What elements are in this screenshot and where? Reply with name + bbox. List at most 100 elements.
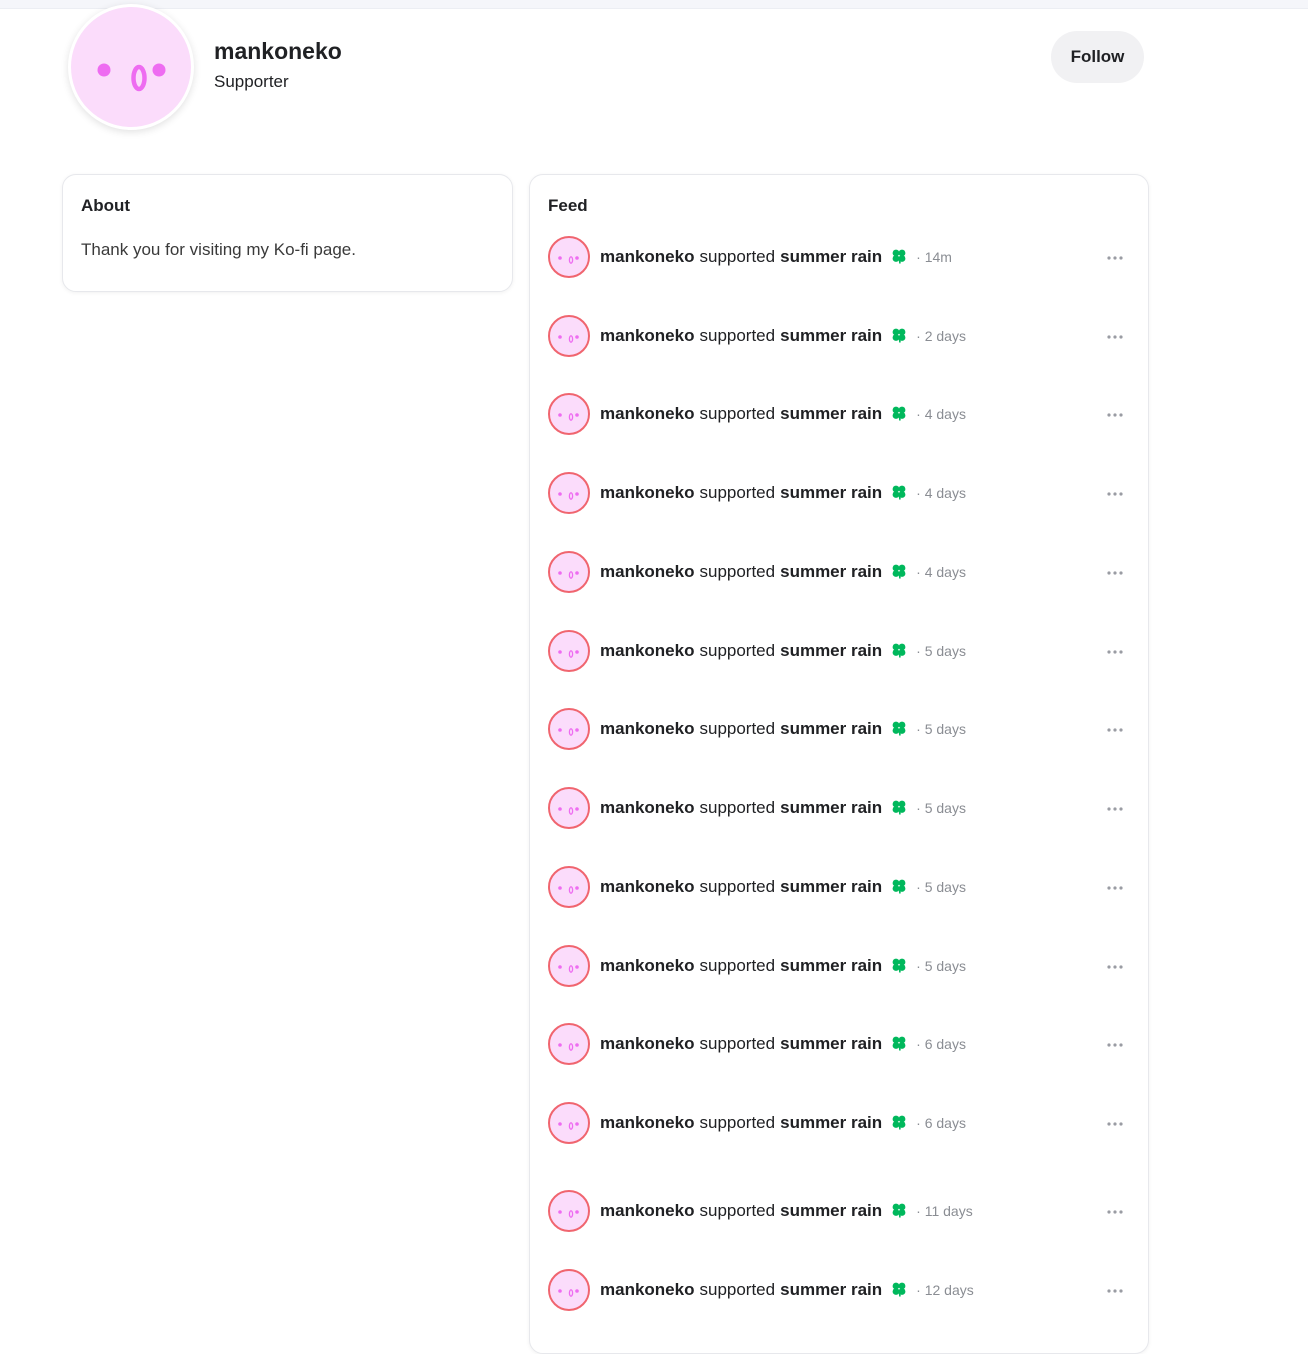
feed-item-user[interactable]: mankoneko <box>600 326 694 346</box>
feed-item: mankoneko supported summer rain · 2 days <box>548 315 1132 359</box>
feed-item-user[interactable]: mankoneko <box>600 483 694 503</box>
supporter-avatar[interactable] <box>548 472 590 514</box>
about-text: Thank you for visiting my Ko-fi page. <box>81 240 356 259</box>
feed-item: mankoneko supported summer rain · 4 days <box>548 393 1132 437</box>
supporter-avatar[interactable] <box>548 1102 590 1144</box>
feed-item: mankoneko supported summer rain · 5 days <box>548 630 1132 674</box>
more-options-icon[interactable] <box>1105 642 1125 662</box>
feed-item-text: mankoneko supported summer rain · 11 days <box>600 1201 973 1221</box>
avatar-face-icon <box>558 1122 579 1130</box>
feed-item-time: · 12 days <box>916 1282 974 1298</box>
avatar-face-icon <box>558 650 579 658</box>
feed-item-user[interactable]: mankoneko <box>600 956 694 976</box>
avatar-face-icon <box>558 807 579 815</box>
feed-item-target[interactable]: summer rain <box>780 641 882 661</box>
avatar-face-icon <box>558 335 579 343</box>
more-options-icon[interactable] <box>1105 720 1125 740</box>
more-options-icon[interactable] <box>1105 327 1125 347</box>
feed-item-verb: supported <box>699 404 776 423</box>
supporter-avatar[interactable] <box>548 866 590 908</box>
feed-item-time: · 4 days <box>916 485 966 501</box>
feed-item-user[interactable]: mankoneko <box>600 877 694 897</box>
supporter-avatar[interactable] <box>548 708 590 750</box>
about-card: About Thank you for visiting my Ko-fi pa… <box>62 174 513 292</box>
supporter-avatar[interactable] <box>548 315 590 357</box>
feed-item: mankoneko supported summer rain · 11 days <box>548 1190 1132 1234</box>
feed-card: Feed mankoneko supported summer rain · 14m m… <box>529 174 1149 1354</box>
feed-item-target[interactable]: summer rain <box>780 562 882 582</box>
avatar-face-icon <box>558 571 579 579</box>
avatar-face-icon <box>558 413 579 421</box>
feed-item-text: mankoneko supported summer rain · 14m <box>600 247 952 267</box>
clover-icon <box>891 405 907 421</box>
feed-item-verb: supported <box>699 877 776 896</box>
supporter-avatar[interactable] <box>548 393 590 435</box>
more-options-icon[interactable] <box>1105 1281 1125 1301</box>
supporter-avatar[interactable] <box>548 1269 590 1311</box>
more-options-icon[interactable] <box>1105 484 1125 504</box>
feed-item-verb: supported <box>699 326 776 345</box>
feed-item: mankoneko supported summer rain · 12 days <box>548 1269 1132 1313</box>
feed-item-target[interactable]: summer rain <box>780 1201 882 1221</box>
supporter-avatar[interactable] <box>548 551 590 593</box>
supporter-avatar[interactable] <box>548 1190 590 1232</box>
feed-item: mankoneko supported summer rain · 5 days <box>548 866 1132 910</box>
feed-item-user[interactable]: mankoneko <box>600 404 694 424</box>
feed-item-time: · 5 days <box>916 958 966 974</box>
feed-item-target[interactable]: summer rain <box>780 1113 882 1133</box>
more-options-icon[interactable] <box>1105 563 1125 583</box>
supporter-avatar[interactable] <box>548 945 590 987</box>
feed-item: mankoneko supported summer rain · 5 days <box>548 787 1132 831</box>
feed-item-verb: supported <box>699 641 776 660</box>
feed-item-target[interactable]: summer rain <box>780 326 882 346</box>
profile-name: mankoneko <box>214 38 342 64</box>
more-options-icon[interactable] <box>1105 799 1125 819</box>
feed-item-text: mankoneko supported summer rain · 5 days <box>600 956 966 976</box>
feed-item-target[interactable]: summer rain <box>780 1034 882 1054</box>
feed-item-target[interactable]: summer rain <box>780 956 882 976</box>
feed-item-user[interactable]: mankoneko <box>600 641 694 661</box>
feed-item-target[interactable]: summer rain <box>780 404 882 424</box>
feed-item-target[interactable]: summer rain <box>780 483 882 503</box>
more-options-icon[interactable] <box>1105 248 1125 268</box>
feed-item-user[interactable]: mankoneko <box>600 798 694 818</box>
feed-item-target[interactable]: summer rain <box>780 798 882 818</box>
feed-item-user[interactable]: mankoneko <box>600 562 694 582</box>
avatar-face-icon <box>97 63 166 92</box>
feed-item-verb: supported <box>699 1280 776 1299</box>
more-options-icon[interactable] <box>1105 1114 1125 1134</box>
profile-avatar[interactable] <box>68 4 194 130</box>
more-options-icon[interactable] <box>1105 405 1125 425</box>
more-options-icon[interactable] <box>1105 957 1125 977</box>
feed-item-time: · 14m <box>916 249 952 265</box>
more-options-icon[interactable] <box>1105 1202 1125 1222</box>
clover-icon <box>891 484 907 500</box>
more-options-icon[interactable] <box>1105 1035 1125 1055</box>
top-nav-strip <box>0 0 1308 9</box>
feed-item-user[interactable]: mankoneko <box>600 1034 694 1054</box>
feed-item-text: mankoneko supported summer rain · 5 days <box>600 641 966 661</box>
feed-item-user[interactable]: mankoneko <box>600 1113 694 1133</box>
feed-item-target[interactable]: summer rain <box>780 247 882 267</box>
feed-item-text: mankoneko supported summer rain · 2 days <box>600 326 966 346</box>
avatar-face-icon <box>558 256 579 264</box>
supporter-avatar[interactable] <box>548 1023 590 1065</box>
more-options-icon[interactable] <box>1105 878 1125 898</box>
supporter-avatar[interactable] <box>548 236 590 278</box>
supporter-avatar[interactable] <box>548 630 590 672</box>
clover-icon <box>891 957 907 973</box>
feed-item-user[interactable]: mankoneko <box>600 1201 694 1221</box>
feed-item-user[interactable]: mankoneko <box>600 1280 694 1300</box>
feed-item-target[interactable]: summer rain <box>780 1280 882 1300</box>
feed-item-verb: supported <box>699 247 776 266</box>
feed-item-time: · 2 days <box>916 328 966 344</box>
supporter-avatar[interactable] <box>548 787 590 829</box>
avatar-face-icon <box>558 1210 579 1218</box>
clover-icon <box>891 1035 907 1051</box>
feed-item-user[interactable]: mankoneko <box>600 719 694 739</box>
feed-item-user[interactable]: mankoneko <box>600 247 694 267</box>
follow-button[interactable]: Follow <box>1051 31 1144 83</box>
feed-item-target[interactable]: summer rain <box>780 877 882 897</box>
feed-item-target[interactable]: summer rain <box>780 719 882 739</box>
feed-item-text: mankoneko supported summer rain · 4 days <box>600 562 966 582</box>
